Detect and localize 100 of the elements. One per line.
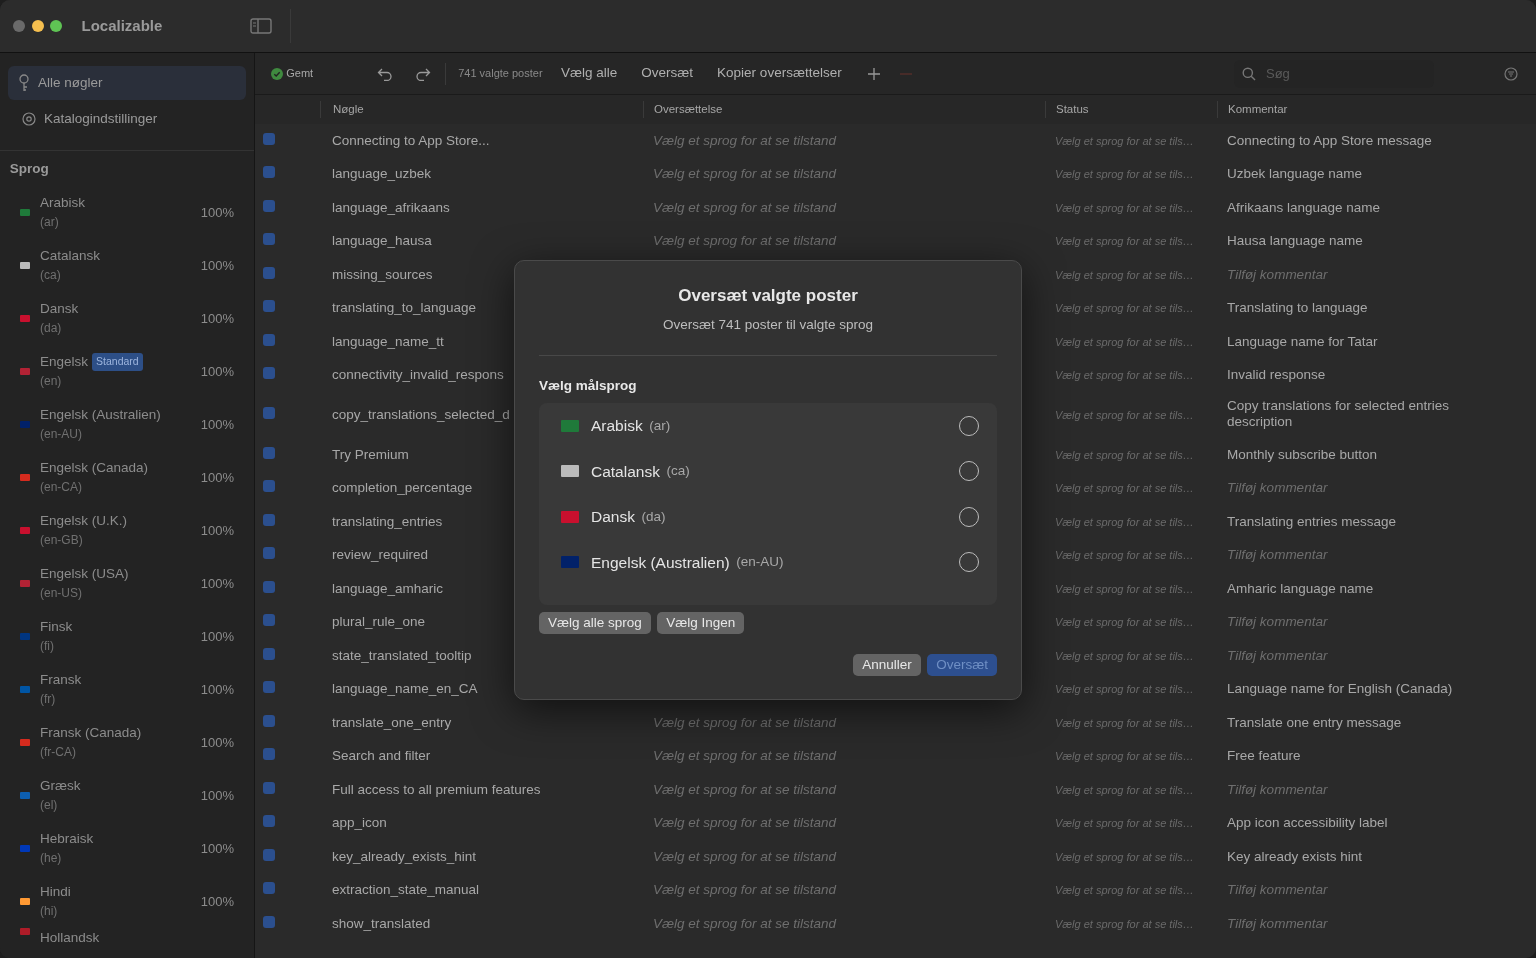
selection-count: 741 valgte poster (458, 66, 543, 82)
column-header[interactable]: Nøgle (320, 100, 643, 119)
row-checkbox[interactable] (263, 513, 275, 526)
translation-field[interactable]: Vælg et sprog for at se tilstand (653, 130, 1033, 151)
key-cell: completion_percentage (332, 480, 473, 496)
comment-field[interactable]: Tilføj kommentar (1227, 779, 1467, 800)
comment-field[interactable]: Tilføj kommentar (1227, 612, 1467, 633)
row-checkbox[interactable] (263, 580, 275, 593)
column-header[interactable]: Status (1045, 100, 1217, 119)
sidebar-toggle-icon[interactable] (250, 18, 273, 34)
row-checkbox[interactable] (263, 446, 275, 459)
language-code: (ar) (649, 416, 671, 435)
row-checkbox[interactable] (263, 781, 275, 794)
translation-field[interactable]: Vælg et sprog for at se tilstand (653, 164, 1033, 185)
toolbar-button[interactable]: Kopier oversættelser (705, 63, 854, 84)
key-cell: plural_rule_one (332, 614, 426, 630)
flag-icon (20, 208, 30, 216)
language-code: (ar) (40, 214, 60, 232)
comment-field[interactable]: Tilføj kommentar (1227, 913, 1467, 934)
translation-field[interactable]: Vælg et sprog for at se tilstand (653, 846, 1033, 867)
row-checkbox[interactable] (263, 681, 275, 694)
status-cell: Vælg et sprog for at se tils… (1055, 850, 1194, 863)
progress-percent: 100% (200, 892, 234, 911)
cancel-button[interactable]: Annuller (853, 653, 921, 676)
row-checkbox[interactable] (263, 915, 275, 928)
key-cell: language_name_tt (332, 333, 444, 349)
row-checkbox[interactable] (263, 333, 275, 346)
row-checkbox[interactable] (263, 480, 275, 493)
comment-cell: Translating to language (1227, 300, 1368, 317)
status-cell: Vælg et sprog for at se tils… (1055, 750, 1194, 763)
translation-field[interactable]: Vælg et sprog for at se tilstand (653, 746, 1033, 767)
row-checkbox[interactable] (263, 266, 275, 279)
comment-field[interactable]: Tilføj kommentar (1227, 880, 1467, 901)
column-header[interactable]: Oversættelse (643, 100, 1045, 119)
row-checkbox[interactable] (263, 614, 275, 627)
translation-field[interactable]: Vælg et sprog for at se tilstand (653, 913, 1033, 934)
row-checkbox[interactable] (263, 848, 275, 861)
comment-field[interactable]: Tilføj kommentar (1227, 645, 1467, 666)
close-button[interactable] (13, 20, 25, 32)
language-name: Engelsk (40, 353, 89, 372)
translation-field[interactable]: Vælg et sprog for at se tilstand (653, 813, 1033, 834)
select-button[interactable]: Vælg alle sprog (539, 611, 651, 634)
row-checkbox[interactable] (263, 748, 275, 761)
status-cell: Vælg et sprog for at se tils… (1055, 582, 1194, 595)
flag-icon (561, 419, 579, 432)
row-checkbox[interactable] (263, 166, 275, 179)
comment-field[interactable]: Tilføj kommentar (1227, 478, 1467, 499)
status-cell: Vælg et sprog for at se tils… (1055, 549, 1194, 562)
toolbar-button[interactable]: Oversæt (629, 63, 706, 84)
language-option[interactable]: Arabisk (ar) (539, 403, 997, 449)
zoom-button[interactable] (50, 20, 62, 32)
redo-icon[interactable] (415, 66, 432, 81)
translation-field[interactable]: Vælg et sprog for at se tilstand (653, 231, 1033, 252)
row-checkbox[interactable] (263, 199, 275, 212)
toolbar-button[interactable]: Vælg alle (549, 63, 630, 84)
row-checkbox[interactable] (263, 406, 275, 419)
row-checkbox[interactable] (263, 647, 275, 660)
row-checkbox[interactable] (263, 815, 275, 828)
translation-field[interactable]: Vælg et sprog for at se tilstand (653, 712, 1033, 733)
language-name: Engelsk (Australien) (40, 406, 161, 425)
row-checkbox[interactable] (263, 547, 275, 560)
select-button[interactable]: Vælg Ingen (657, 611, 745, 634)
sidebar-item[interactable]: Katalogindstillinger (8, 102, 246, 136)
row-checkbox[interactable] (263, 714, 275, 727)
translation-field[interactable]: Vælg et sprog for at se tilstand (653, 197, 1033, 218)
undo-icon[interactable] (377, 66, 394, 81)
language-option[interactable]: Catalansk (ca) (539, 448, 997, 494)
comment-field[interactable]: Tilføj kommentar (1227, 264, 1467, 285)
flag-icon (20, 738, 30, 746)
row-checkbox[interactable] (263, 300, 275, 313)
plus-icon[interactable] (867, 67, 880, 80)
status-cell: Vælg et sprog for at se tils… (1055, 616, 1194, 629)
progress-percent: 100% (200, 256, 234, 275)
flag-icon (20, 261, 30, 269)
sidebar-item[interactable]: Alle nøgler (8, 66, 246, 100)
row-checkbox[interactable] (263, 882, 275, 895)
key-cell: key_already_exists_hint (332, 848, 477, 864)
minimize-button[interactable] (31, 20, 44, 32)
flag-icon (20, 420, 30, 428)
status-cell: Vælg et sprog for at se tils… (1055, 917, 1194, 930)
dialog-subtitle: Oversæt 741 poster til valgte sprog (661, 316, 875, 334)
row-checkbox[interactable] (263, 132, 275, 145)
translation-field[interactable]: Vælg et sprog for at se tilstand (653, 880, 1033, 901)
language-option[interactable]: Engelsk (Australien) (en-AU) (539, 539, 997, 585)
status-cell: Vælg et sprog for at se tils… (1055, 369, 1194, 382)
language-code: (en-US) (40, 585, 83, 603)
flag-icon (561, 556, 579, 569)
language-code: (hi) (40, 903, 59, 921)
comment-field[interactable]: Tilføj kommentar (1227, 545, 1467, 566)
language-option[interactable]: Dansk (da) (539, 494, 997, 540)
comment-cell: Uzbek language name (1227, 166, 1363, 183)
row-checkbox[interactable] (263, 233, 275, 246)
row-checkbox[interactable] (263, 367, 275, 380)
language-code: (en-CA) (40, 479, 83, 497)
column-header[interactable]: Kommentar (1217, 100, 1536, 119)
filter-icon[interactable] (1504, 66, 1518, 81)
key-cell: Connecting to App Store... (332, 132, 490, 148)
progress-percent: 100% (200, 362, 234, 381)
translation-field[interactable]: Vælg et sprog for at se tilstand (653, 779, 1033, 800)
progress-percent: 100% (200, 574, 234, 593)
